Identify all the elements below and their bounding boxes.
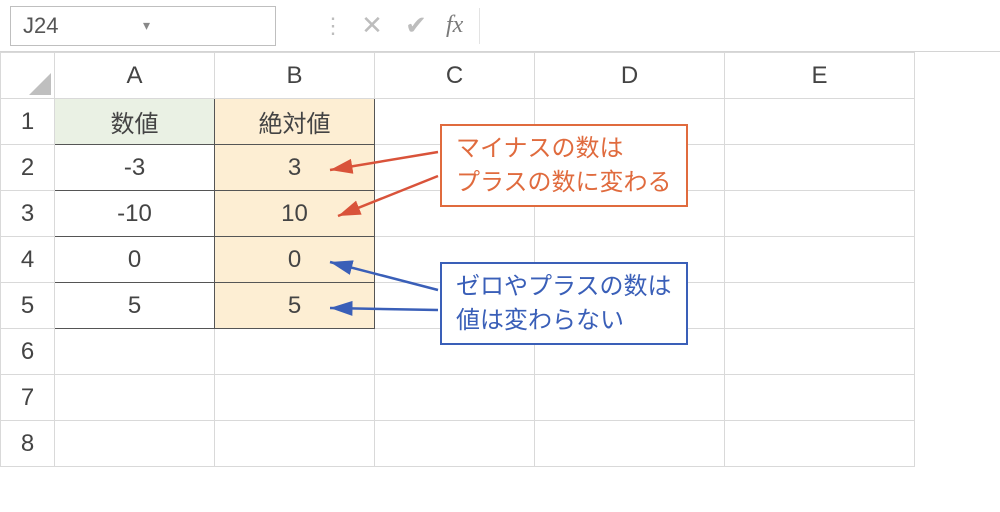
formula-bar-handle-icon[interactable]: ⋮ (316, 13, 350, 39)
row-header-4[interactable]: 4 (1, 237, 55, 283)
cell-A2[interactable]: -3 (55, 145, 215, 191)
cell-E4[interactable] (725, 237, 915, 283)
cell-C8[interactable] (375, 421, 535, 467)
callout-nonnegative-line1: ゼロやプラスの数は (456, 270, 672, 304)
row-header-5[interactable]: 5 (1, 283, 55, 329)
row-header-1[interactable]: 1 (1, 99, 55, 145)
cell-A3[interactable]: -10 (55, 191, 215, 237)
formula-bar: J24 ▾ ⋮ ✕ ✔ fx (0, 0, 1000, 52)
cell-B5[interactable]: 5 (215, 283, 375, 329)
select-all-corner[interactable] (1, 53, 55, 99)
col-header-A[interactable]: A (55, 53, 215, 99)
row-header-8[interactable]: 8 (1, 421, 55, 467)
callout-negative: マイナスの数は プラスの数に変わる (440, 124, 688, 207)
cell-A4[interactable]: 0 (55, 237, 215, 283)
cell-B3[interactable]: 10 (215, 191, 375, 237)
callout-negative-line1: マイナスの数は (456, 132, 672, 166)
row-header-3[interactable]: 3 (1, 191, 55, 237)
cell-B7[interactable] (215, 375, 375, 421)
cell-D8[interactable] (535, 421, 725, 467)
callout-negative-line2: プラスの数に変わる (456, 166, 672, 200)
cell-E1[interactable] (725, 99, 915, 145)
select-all-triangle-icon (29, 73, 51, 95)
cell-E2[interactable] (725, 145, 915, 191)
cell-A6[interactable] (55, 329, 215, 375)
name-box-dropdown-icon[interactable]: ▾ (143, 17, 263, 34)
cell-E7[interactable] (725, 375, 915, 421)
row-header-2[interactable]: 2 (1, 145, 55, 191)
cell-D7[interactable] (535, 375, 725, 421)
row-header-7[interactable]: 7 (1, 375, 55, 421)
cell-E5[interactable] (725, 283, 915, 329)
cell-B6[interactable] (215, 329, 375, 375)
name-box[interactable]: J24 ▾ (10, 6, 276, 46)
name-box-value: J24 (23, 13, 143, 39)
cell-C7[interactable] (375, 375, 535, 421)
cell-E3[interactable] (725, 191, 915, 237)
cell-A7[interactable] (55, 375, 215, 421)
col-header-E[interactable]: E (725, 53, 915, 99)
fx-icon[interactable]: fx (438, 12, 471, 39)
cell-A1[interactable]: 数値 (55, 99, 215, 145)
col-header-B[interactable]: B (215, 53, 375, 99)
row-header-6[interactable]: 6 (1, 329, 55, 375)
cell-B1[interactable]: 絶対値 (215, 99, 375, 145)
cell-A8[interactable] (55, 421, 215, 467)
cell-A5[interactable]: 5 (55, 283, 215, 329)
callout-nonnegative-line2: 値は変わらない (456, 304, 672, 338)
spreadsheet-grid[interactable]: A B C D E 1 数値 絶対値 2 -3 3 3 -10 10 4 0 0… (0, 52, 1000, 467)
callout-nonnegative: ゼロやプラスの数は 値は変わらない (440, 262, 688, 345)
col-header-C[interactable]: C (375, 53, 535, 99)
cell-E6[interactable] (725, 329, 915, 375)
formula-input[interactable] (479, 8, 990, 44)
cancel-icon[interactable]: ✕ (350, 10, 394, 41)
col-header-D[interactable]: D (535, 53, 725, 99)
cell-B4[interactable]: 0 (215, 237, 375, 283)
cell-E8[interactable] (725, 421, 915, 467)
cell-B2[interactable]: 3 (215, 145, 375, 191)
cell-B8[interactable] (215, 421, 375, 467)
confirm-icon[interactable]: ✔ (394, 10, 438, 41)
